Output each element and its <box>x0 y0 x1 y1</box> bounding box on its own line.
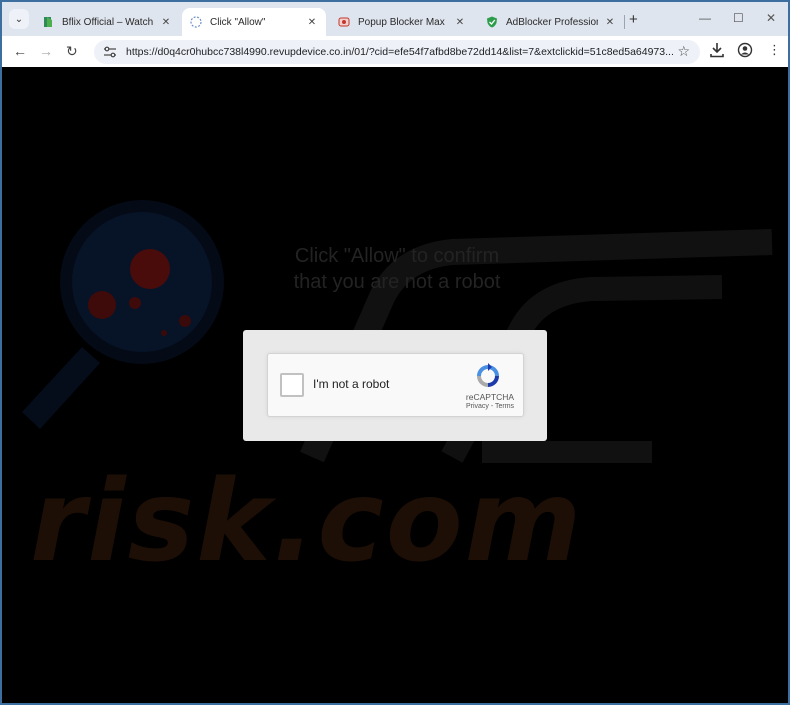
close-icon[interactable]: ✕ <box>160 17 172 28</box>
browser-window: ⌄ Bflix Official – Watch Movies ✕ Click … <box>0 0 790 705</box>
popup-blocker-favicon-icon <box>338 17 350 27</box>
tab-label: Popup Blocker Max <box>358 16 445 28</box>
tab-adblocker[interactable]: AdBlocker Professional ✕ <box>478 8 624 36</box>
globe-loading-icon <box>190 16 202 28</box>
site-settings-icon[interactable] <box>103 46 117 58</box>
bookmark-star-icon[interactable]: ☆ <box>677 43 690 60</box>
back-arrow-icon[interactable]: ← <box>13 43 27 59</box>
magnifier-watermark-icon <box>22 200 224 429</box>
tab-label: Bflix Official – Watch Movies <box>62 16 154 28</box>
tab-label: Click "Allow" <box>210 16 266 28</box>
recaptcha-widget: I'm not a robot reCAPTCHA Privacy - Term… <box>267 353 524 417</box>
download-icon[interactable] <box>710 42 724 58</box>
shield-icon <box>487 16 497 28</box>
tab-label: AdBlocker Professional <box>506 16 598 28</box>
page-headline: Click "Allow" to confirm that you are no… <box>202 243 592 295</box>
browser-toolbar: ← → ↻ https://d0q4cr0hubcc738l4990.revup… <box>2 36 788 67</box>
not-robot-label: I'm not a robot <box>313 377 390 391</box>
tab-strip: ⌄ Bflix Official – Watch Movies ✕ Click … <box>2 2 788 36</box>
tab-bflix[interactable]: Bflix Official – Watch Movies ✕ <box>34 8 180 36</box>
reload-icon[interactable]: ↻ <box>66 43 78 60</box>
recaptcha-privacy-terms[interactable]: Privacy - Terms <box>460 403 520 410</box>
forward-arrow-icon[interactable]: → <box>39 43 53 59</box>
recaptcha-brand: reCAPTCHA <box>465 392 515 402</box>
minimize-icon[interactable]: — <box>699 11 711 25</box>
watermark-risk-com: risk.com <box>30 457 584 587</box>
kebab-menu-icon[interactable]: ⋮ <box>768 42 781 58</box>
tab-popup-blocker[interactable]: Popup Blocker Max ✕ <box>330 8 474 36</box>
close-icon[interactable]: ✕ <box>454 17 466 28</box>
headline-line-2: that you are not a robot <box>293 271 501 293</box>
close-icon[interactable]: ✕ <box>306 17 318 28</box>
tab-separator <box>624 15 625 29</box>
recaptcha-logo-icon <box>477 363 499 387</box>
new-tab-button[interactable]: + <box>629 11 638 28</box>
captcha-modal: I'm not a robot reCAPTCHA Privacy - Term… <box>243 330 547 441</box>
close-icon[interactable]: ✕ <box>604 17 616 28</box>
address-bar[interactable]: https://d0q4cr0hubcc738l4990.revupdevice… <box>94 40 700 64</box>
close-window-icon[interactable]: ✕ <box>766 11 776 25</box>
tab-search-button[interactable]: ⌄ <box>9 9 29 29</box>
chevron-down-icon: ⌄ <box>14 13 24 25</box>
url-text[interactable]: https://d0q4cr0hubcc738l4990.revupdevice… <box>126 46 674 58</box>
maximize-icon[interactable]: ☐ <box>733 11 744 25</box>
page-content: risk.com Click "Allow" to confirm that y… <box>2 67 788 703</box>
profile-icon[interactable] <box>737 42 753 58</box>
bflix-favicon-icon <box>44 17 52 27</box>
tab-click-allow[interactable]: Click "Allow" ✕ <box>182 8 326 36</box>
headline-line-1: Click "Allow" to confirm <box>294 245 500 267</box>
not-robot-checkbox[interactable] <box>280 373 304 397</box>
